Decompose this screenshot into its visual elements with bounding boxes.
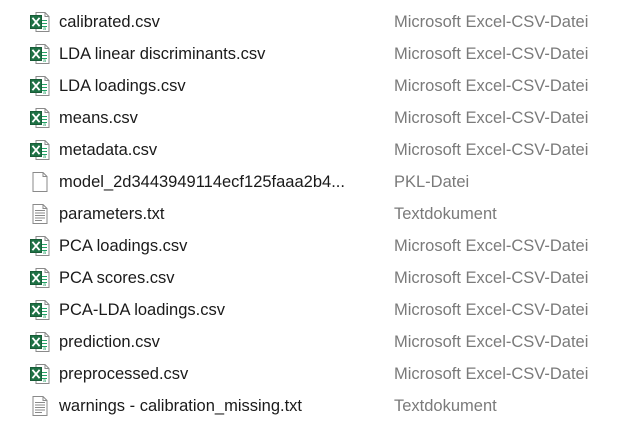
file-type: Microsoft Excel-CSV-Datei — [394, 269, 589, 287]
file-type: PKL-Datei — [394, 173, 470, 191]
excel-csv-icon: a — [30, 43, 50, 65]
file-name[interactable]: PCA-LDA loadings.csv — [59, 294, 225, 326]
svg-text:a: a — [43, 154, 46, 160]
file-name[interactable]: metadata.csv — [59, 134, 157, 166]
file-row[interactable]: a PCA-LDA loadings.csv Microsoft Excel-CSV… — [0, 294, 635, 326]
file-name[interactable]: LDA loadings.csv — [59, 70, 186, 102]
svg-text:a: a — [43, 314, 46, 320]
text-document-icon — [30, 203, 50, 225]
excel-csv-icon: a — [30, 107, 50, 129]
file-type: Microsoft Excel-CSV-Datei — [394, 77, 589, 95]
file-name[interactable]: model_2d3443949114ecf125faaa2b4... — [59, 166, 345, 198]
file-type: Microsoft Excel-CSV-Datei — [394, 13, 589, 31]
file-row[interactable]: warnings - calibration_missing.txt Textdo… — [0, 390, 635, 422]
text-document-icon — [30, 395, 50, 417]
file-type: Microsoft Excel-CSV-Datei — [394, 141, 589, 159]
file-list: a calibrated.csv Microsoft Excel-CSV-Datei… — [0, 6, 635, 422]
svg-text:a: a — [43, 282, 46, 288]
file-row[interactable]: a prediction.csv Microsoft Excel-CSV-Datei — [0, 326, 635, 358]
svg-text:a: a — [43, 58, 46, 64]
file-row[interactable]: a means.csv Microsoft Excel-CSV-Datei — [0, 102, 635, 134]
file-row[interactable]: parameters.txt Textdokument — [0, 198, 635, 230]
file-name[interactable]: PCA scores.csv — [59, 262, 175, 294]
file-row[interactable]: a calibrated.csv Microsoft Excel-CSV-Datei — [0, 6, 635, 38]
excel-csv-icon: a — [30, 331, 50, 353]
file-row[interactable]: model_2d3443949114ecf125faaa2b4... PKL-Da… — [0, 166, 635, 198]
file-name[interactable]: LDA linear discriminants.csv — [59, 38, 265, 70]
blank-file-icon — [30, 171, 50, 193]
file-type: Microsoft Excel-CSV-Datei — [394, 333, 589, 351]
excel-csv-icon: a — [30, 363, 50, 385]
excel-csv-icon: a — [30, 139, 50, 161]
svg-text:a: a — [43, 122, 46, 128]
file-type: Microsoft Excel-CSV-Datei — [394, 45, 589, 63]
file-name[interactable]: preprocessed.csv — [59, 358, 188, 390]
file-name[interactable]: parameters.txt — [59, 198, 164, 230]
file-name[interactable]: warnings - calibration_missing.txt — [59, 390, 302, 422]
svg-text:a: a — [43, 346, 46, 352]
svg-text:a: a — [43, 250, 46, 256]
file-row[interactable]: a PCA loadings.csv Microsoft Excel-CSV-Dat… — [0, 230, 635, 262]
svg-text:a: a — [43, 26, 46, 32]
file-type: Textdokument — [394, 397, 497, 415]
svg-text:a: a — [43, 90, 46, 96]
excel-csv-icon: a — [30, 267, 50, 289]
file-row[interactable]: a PCA scores.csv Microsoft Excel-CSV-Datei — [0, 262, 635, 294]
svg-text:a: a — [43, 378, 46, 384]
file-name[interactable]: calibrated.csv — [59, 6, 160, 38]
file-row[interactable]: a metadata.csv Microsoft Excel-CSV-Datei — [0, 134, 635, 166]
file-row[interactable]: a LDA linear discriminants.csv Microsoft E… — [0, 38, 635, 70]
file-type: Microsoft Excel-CSV-Datei — [394, 237, 589, 255]
excel-csv-icon: a — [30, 235, 50, 257]
file-type: Microsoft Excel-CSV-Datei — [394, 109, 589, 127]
file-name[interactable]: PCA loadings.csv — [59, 230, 187, 262]
excel-csv-icon: a — [30, 11, 50, 33]
file-type: Microsoft Excel-CSV-Datei — [394, 365, 589, 383]
file-name[interactable]: prediction.csv — [59, 326, 160, 358]
file-row[interactable]: a preprocessed.csv Microsoft Excel-CSV-Dat… — [0, 358, 635, 390]
excel-csv-icon: a — [30, 75, 50, 97]
file-type: Microsoft Excel-CSV-Datei — [394, 301, 589, 319]
file-row[interactable]: a LDA loadings.csv Microsoft Excel-CSV-Dat… — [0, 70, 635, 102]
file-name[interactable]: means.csv — [59, 102, 138, 134]
excel-csv-icon: a — [30, 299, 50, 321]
file-type: Textdokument — [394, 205, 497, 223]
